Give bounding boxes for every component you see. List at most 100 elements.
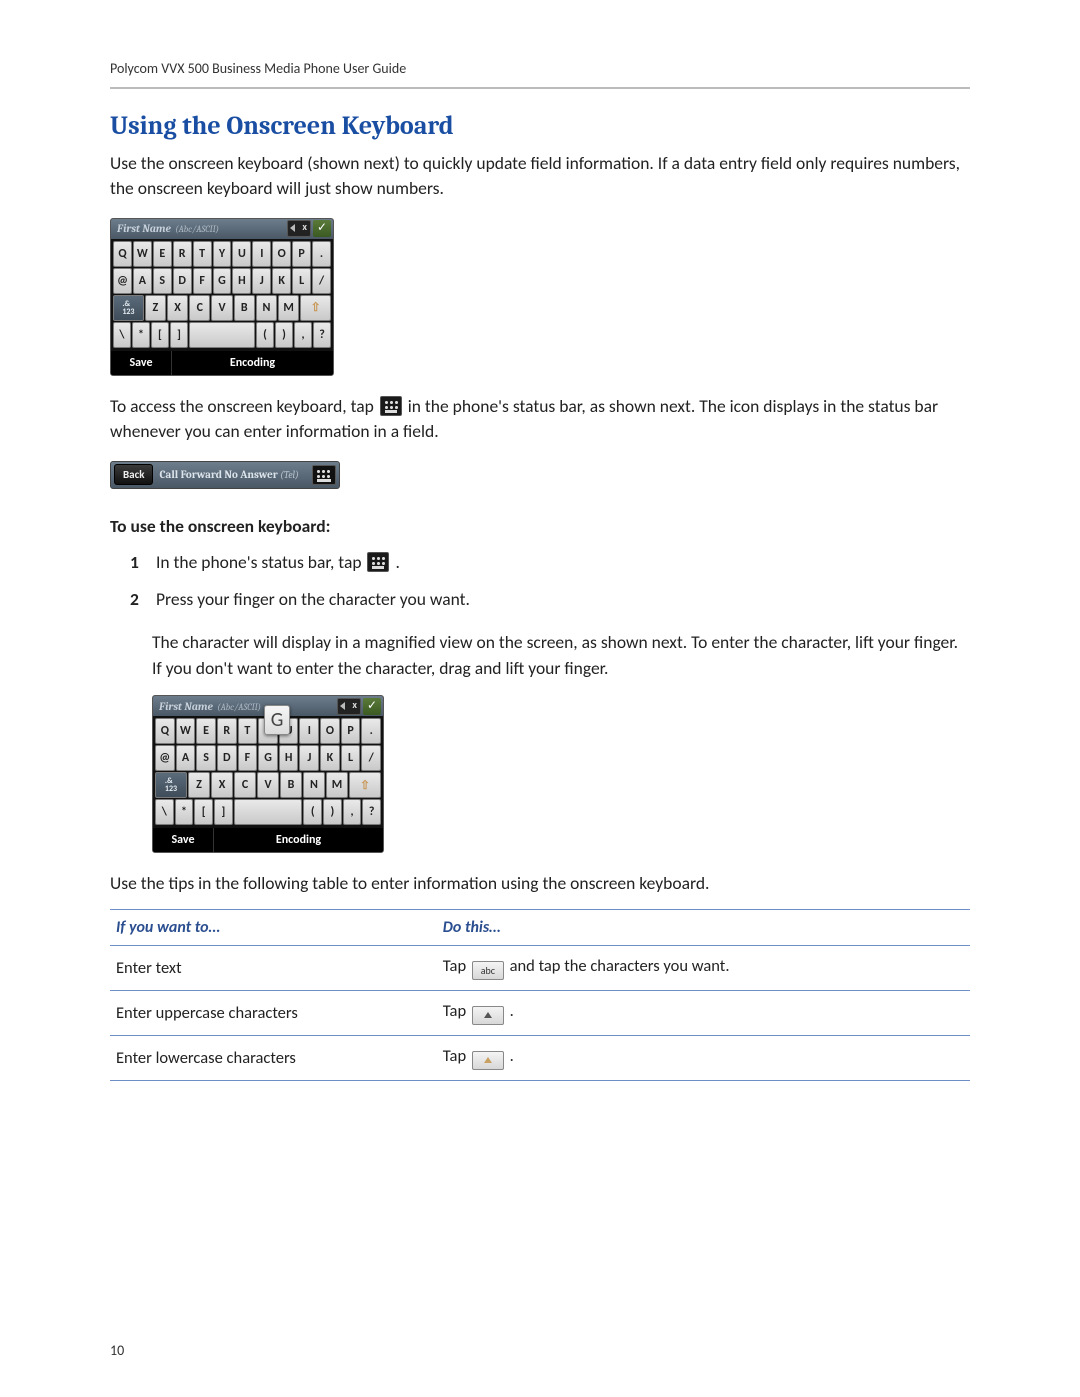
- key[interactable]: P: [341, 718, 361, 744]
- key[interactable]: ]: [214, 799, 233, 825]
- kb-row-4: \ * [ ] ( ) , ?: [113, 322, 331, 348]
- key[interactable]: /: [312, 268, 331, 294]
- shift-key[interactable]: ⇧: [300, 295, 331, 321]
- key[interactable]: Z: [188, 772, 210, 798]
- confirm-icon[interactable]: ✓: [363, 698, 381, 715]
- key[interactable]: J: [299, 745, 319, 771]
- key[interactable]: *: [175, 799, 194, 825]
- key[interactable]: (: [303, 799, 322, 825]
- key[interactable]: S: [196, 745, 216, 771]
- key[interactable]: ): [275, 322, 293, 348]
- key[interactable]: [: [194, 799, 213, 825]
- key[interactable]: F: [193, 268, 212, 294]
- key[interactable]: ): [323, 799, 342, 825]
- backspace-icon[interactable]: [337, 698, 361, 715]
- key[interactable]: U: [232, 241, 251, 267]
- key[interactable]: \: [113, 322, 131, 348]
- kb-encoding-button[interactable]: Encoding: [214, 828, 383, 852]
- kb-encoding-button[interactable]: Encoding: [172, 351, 333, 375]
- kb-save-button[interactable]: Save: [153, 828, 214, 852]
- key[interactable]: H: [279, 745, 299, 771]
- tips-left: Enter text: [110, 945, 437, 990]
- key[interactable]: M: [326, 772, 348, 798]
- key[interactable]: \: [155, 799, 174, 825]
- key[interactable]: W: [176, 718, 196, 744]
- key[interactable]: A: [133, 268, 152, 294]
- key[interactable]: O: [320, 718, 340, 744]
- key[interactable]: C: [189, 295, 210, 321]
- space-key[interactable]: [234, 799, 303, 825]
- key[interactable]: I: [299, 718, 319, 744]
- key[interactable]: [: [151, 322, 169, 348]
- shift-key[interactable]: ⇧: [349, 772, 381, 798]
- key[interactable]: I: [252, 241, 271, 267]
- key[interactable]: Q: [113, 241, 132, 267]
- keyboard-icon: [367, 552, 389, 572]
- key[interactable]: Y: [213, 241, 232, 267]
- key[interactable]: *: [132, 322, 150, 348]
- key[interactable]: ,: [294, 322, 312, 348]
- confirm-icon[interactable]: ✓: [313, 220, 331, 237]
- key[interactable]: @: [155, 745, 175, 771]
- key[interactable]: Z: [145, 295, 166, 321]
- key[interactable]: A: [176, 745, 196, 771]
- key[interactable]: K: [272, 268, 291, 294]
- key[interactable]: @: [113, 268, 132, 294]
- key[interactable]: E: [196, 718, 216, 744]
- key[interactable]: O: [272, 241, 291, 267]
- backspace-icon[interactable]: [287, 220, 311, 237]
- key[interactable]: Q: [155, 718, 175, 744]
- page-number: 10: [110, 1342, 124, 1359]
- key[interactable]: S: [153, 268, 172, 294]
- step-2-text: Press your finger on the character you w…: [156, 588, 470, 610]
- key[interactable]: N: [303, 772, 325, 798]
- key[interactable]: C: [234, 772, 256, 798]
- key[interactable]: R: [217, 718, 237, 744]
- key[interactable]: V: [257, 772, 279, 798]
- key[interactable]: T: [238, 718, 258, 744]
- key[interactable]: V: [211, 295, 232, 321]
- intro-paragraph: Use the onscreen keyboard (shown next) t…: [110, 151, 970, 202]
- keyboard-icon[interactable]: [312, 465, 336, 485]
- step-2: 2 Press your finger on the character you…: [152, 586, 970, 613]
- key[interactable]: G: [213, 268, 232, 294]
- key[interactable]: D: [217, 745, 237, 771]
- back-button[interactable]: Back: [114, 464, 153, 485]
- key[interactable]: ?: [362, 799, 381, 825]
- key[interactable]: L: [341, 745, 361, 771]
- key[interactable]: .: [361, 718, 381, 744]
- key[interactable]: B: [234, 295, 255, 321]
- key[interactable]: G: [258, 745, 278, 771]
- key[interactable]: (: [256, 322, 274, 348]
- key[interactable]: ]: [170, 322, 188, 348]
- key[interactable]: ?: [313, 322, 331, 348]
- key[interactable]: J: [252, 268, 271, 294]
- key[interactable]: H: [232, 268, 251, 294]
- key[interactable]: /: [361, 745, 381, 771]
- key[interactable]: D: [173, 268, 192, 294]
- shift-down-icon: [472, 1051, 504, 1070]
- page: Polycom VVX 500 Business Media Phone Use…: [0, 0, 1080, 1397]
- key[interactable]: F: [238, 745, 258, 771]
- key[interactable]: M: [278, 295, 299, 321]
- key[interactable]: N: [256, 295, 277, 321]
- kb-save-button[interactable]: Save: [111, 351, 172, 375]
- mode-key[interactable]: .& 123: [155, 772, 187, 798]
- key[interactable]: L: [292, 268, 311, 294]
- key[interactable]: B: [280, 772, 302, 798]
- key[interactable]: ,: [343, 799, 362, 825]
- key[interactable]: R: [173, 241, 192, 267]
- step-2-sub: The character will display in a magnifie…: [152, 629, 970, 682]
- table-row: Enter uppercase characters Tap .: [110, 990, 970, 1035]
- key[interactable]: P: [292, 241, 311, 267]
- key[interactable]: E: [153, 241, 172, 267]
- key[interactable]: X: [167, 295, 188, 321]
- key[interactable]: K: [320, 745, 340, 771]
- key[interactable]: T: [193, 241, 212, 267]
- key[interactable]: .: [312, 241, 331, 267]
- mode-key[interactable]: .& 123: [113, 295, 144, 321]
- key[interactable]: X: [211, 772, 233, 798]
- access-text-before: To access the onscreen keyboard, tap: [110, 395, 378, 417]
- key[interactable]: W: [133, 241, 152, 267]
- space-key[interactable]: [189, 322, 255, 348]
